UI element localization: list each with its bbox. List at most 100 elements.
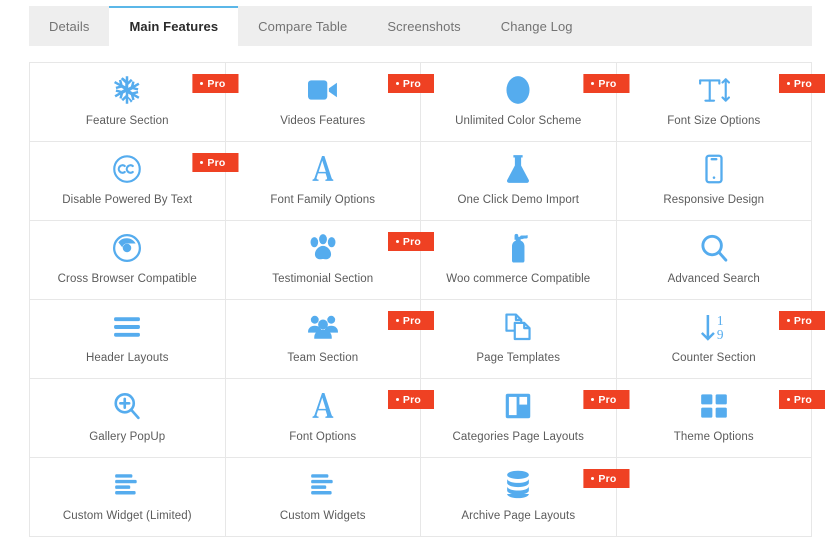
- pro-badge: Pro: [778, 74, 825, 93]
- feature-card[interactable]: Categories Page Layouts Pro: [421, 379, 630, 458]
- tab-label: Compare Table: [258, 18, 348, 34]
- feature-card[interactable]: Gallery PopUp: [30, 379, 226, 458]
- feature-card-empty: [616, 458, 812, 537]
- feature-card[interactable]: Theme Options Pro: [616, 379, 825, 458]
- pro-badge-dot-icon: [591, 398, 595, 401]
- feature-label: Font Size Options: [667, 115, 761, 127]
- magnifier-icon: [699, 230, 729, 266]
- pro-badge: Pro: [583, 390, 630, 409]
- pro-badge-dot-icon: [591, 477, 595, 480]
- pro-badge-dot-icon: [786, 319, 790, 322]
- pro-badge-dot-icon: [591, 82, 595, 85]
- pro-badge: Pro: [583, 469, 630, 488]
- feature-grid: Feature Section Pro Videos Features Pro Unli…: [29, 62, 825, 537]
- database-icon: [505, 467, 531, 503]
- pro-badge-label: Pro: [598, 77, 617, 90]
- tab-label: Screenshots: [387, 18, 461, 34]
- feature-card[interactable]: Woo commerce Compatible: [421, 221, 617, 300]
- feature-card[interactable]: One Click Demo Import: [421, 142, 617, 221]
- feature-card[interactable]: Unlimited Color Scheme Pro: [421, 63, 630, 142]
- feature-card[interactable]: Custom Widget (Limited): [30, 458, 226, 537]
- feature-card[interactable]: Disable Powered By Text Pro: [30, 142, 239, 221]
- feature-card[interactable]: Videos Features Pro: [225, 63, 434, 142]
- pro-badge-label: Pro: [207, 156, 226, 169]
- feature-card[interactable]: 1 9 Counter Section Pro: [616, 300, 825, 379]
- sort-numeric-icon: 19: [699, 309, 729, 345]
- pro-badge-dot-icon: [200, 161, 204, 164]
- pro-badge-notch: [824, 311, 825, 330]
- feature-card[interactable]: Advanced Search: [616, 221, 812, 300]
- align-left-bars-icon: [309, 467, 337, 503]
- feature-label: Disable Powered By Text: [62, 194, 193, 206]
- feature-label: Testimonial Section: [272, 273, 374, 285]
- pro-badge: Pro: [583, 74, 630, 93]
- feature-card[interactable]: Page Templates: [421, 300, 617, 379]
- tab-details[interactable]: Details: [29, 6, 110, 46]
- pro-badge-label: Pro: [402, 393, 421, 406]
- pro-badge-label: Pro: [402, 314, 421, 327]
- feature-label: Page Templates: [476, 352, 561, 364]
- feature-card[interactable]: Responsive Design: [616, 142, 812, 221]
- creative-commons-icon: [112, 151, 142, 187]
- pro-badge-dot-icon: [786, 82, 790, 85]
- feature-card[interactable]: Font Size Options Pro: [616, 63, 825, 142]
- svg-text:1: 1: [717, 313, 724, 328]
- feature-card[interactable]: Header Layouts: [30, 300, 226, 379]
- pro-badge: Pro: [778, 390, 825, 412]
- tab-change-log[interactable]: Change Log: [480, 6, 593, 46]
- feature-card[interactable]: Feature Section Pro: [30, 63, 239, 142]
- pro-badge: Pro: [387, 74, 434, 93]
- pro-badge-dot-icon: [200, 82, 204, 85]
- pro-badge-notch: [824, 74, 825, 93]
- pro-badge-label: Pro: [793, 393, 812, 406]
- tab-bar: Details Main Features Compare Table Screens…: [29, 6, 812, 46]
- pro-badge-label: Pro: [402, 77, 421, 90]
- pro-badge-dot-icon: [395, 319, 399, 322]
- pro-badge-dot-icon: [395, 240, 399, 243]
- feature-label: Woo commerce Compatible: [446, 273, 591, 285]
- pro-badge-label: Pro: [207, 77, 226, 90]
- columns-layout-icon: [504, 388, 532, 424]
- feature-card[interactable]: Testimonial Section Pro: [225, 221, 434, 300]
- pro-badge: Pro: [387, 390, 434, 409]
- tab-compare-table[interactable]: Compare Table: [238, 6, 368, 46]
- tab-label: Details: [49, 18, 90, 34]
- feature-label: Counter Section: [671, 352, 756, 364]
- feature-label: Gallery PopUp: [89, 431, 166, 443]
- fire-extinguisher-icon: [505, 230, 531, 266]
- hamburger-lines-icon: [113, 309, 141, 345]
- zoom-in-icon: [112, 388, 142, 424]
- video-camera-icon: [307, 72, 338, 108]
- tab-label: Main Features: [129, 18, 219, 34]
- font-family-a-icon: [310, 151, 336, 187]
- feature-card[interactable]: Font Family Options: [225, 142, 421, 221]
- pro-badge-label: Pro: [598, 472, 617, 485]
- flask-icon: [505, 151, 531, 187]
- feature-label: Font Family Options: [270, 194, 376, 206]
- feature-card[interactable]: Custom Widgets: [225, 458, 421, 537]
- pro-badge-label: Pro: [793, 314, 812, 327]
- snowflake-icon: [112, 72, 142, 108]
- feature-card[interactable]: Team Section Pro: [225, 300, 434, 379]
- tab-label: Change Log: [500, 18, 573, 34]
- pro-badge-fold: [815, 409, 825, 412]
- pro-badge-fold: [815, 330, 825, 333]
- feature-label: One Click Demo Import: [457, 194, 580, 206]
- pro-badge: Pro: [192, 74, 239, 93]
- feature-label: Font Options: [289, 431, 357, 443]
- tab-screenshots[interactable]: Screenshots: [367, 6, 481, 46]
- copy-pages-icon: [503, 309, 533, 345]
- feature-card[interactable]: Cross Browser Compatible: [30, 221, 226, 300]
- feature-card[interactable]: Archive Page Layouts Pro: [421, 458, 630, 537]
- feature-label: Team Section: [287, 352, 359, 364]
- feature-label: Categories Page Layouts: [452, 431, 584, 443]
- grid-squares-icon: [700, 388, 728, 424]
- feature-label: Feature Section: [85, 115, 169, 127]
- feature-card[interactable]: Font Options Pro: [225, 379, 434, 458]
- align-left-bars-icon: [113, 467, 141, 503]
- pro-badge: Pro: [778, 311, 825, 333]
- tab-main-features[interactable]: Main Features: [109, 6, 239, 46]
- pro-badge: Pro: [192, 153, 239, 172]
- feature-label: Advanced Search: [667, 273, 760, 285]
- pro-badge-label: Pro: [598, 393, 617, 406]
